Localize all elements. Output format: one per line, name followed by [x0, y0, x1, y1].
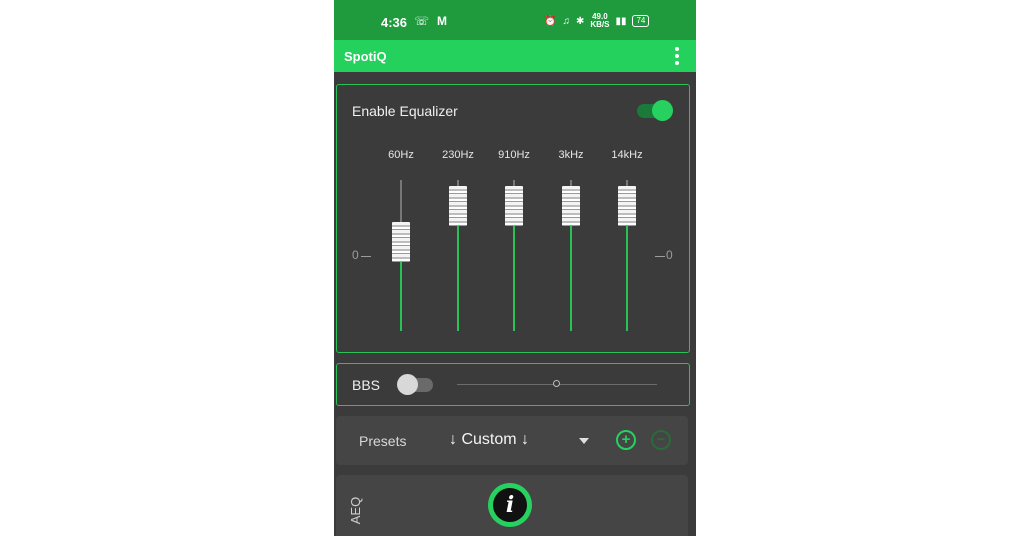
- phone-screen: 4:36 ☏ M ⏰ ♫ ✱ 49.0 KB/S ▮▮ 74 SpotiQ En…: [334, 0, 696, 536]
- status-bar: 4:36 ☏ M ⏰ ♫ ✱ 49.0 KB/S ▮▮ 74: [334, 0, 696, 40]
- band-label: 60Hz: [388, 149, 414, 161]
- band-slider-thumb[interactable]: [392, 222, 410, 263]
- bbs-toggle[interactable]: [397, 374, 433, 395]
- zero-mark-left: [361, 256, 371, 257]
- aeq-panel: AEQ i: [336, 475, 688, 536]
- info-icon: i: [493, 488, 527, 522]
- gmail-icon: M: [437, 14, 448, 28]
- presets-panel: Presets ↓ Custom ↓ + −: [336, 416, 688, 465]
- net-speed-unit: KB/S: [590, 20, 610, 29]
- net-speed: 49.0 KB/S: [590, 13, 609, 29]
- band-slider-thumb[interactable]: [449, 185, 467, 226]
- aeq-label: AEQ: [348, 496, 364, 525]
- mute-icon: ♫: [562, 15, 570, 27]
- band-slider-thumb[interactable]: [505, 185, 523, 226]
- bluetooth-icon: ✱: [575, 15, 585, 27]
- toggle-knob: [397, 374, 418, 395]
- enable-equalizer-label: Enable Equalizer: [352, 103, 458, 119]
- alarm-icon: ⏰: [544, 15, 557, 27]
- status-time: 4:36: [381, 15, 408, 30]
- status-system-icons: ⏰ ♫ ✱ 49.0 KB/S ▮▮ 74: [544, 13, 650, 29]
- zero-mark-right: [655, 256, 665, 257]
- zero-label-right: 0: [666, 248, 673, 262]
- band-label: 3kHz: [558, 149, 584, 161]
- add-preset-button[interactable]: +: [616, 430, 636, 450]
- signal-icon: ▮▮: [615, 15, 627, 27]
- remove-preset-button[interactable]: −: [651, 430, 671, 450]
- preset-selector[interactable]: ↓ Custom ↓: [449, 431, 529, 449]
- equalizer-panel: Enable Equalizer 0 0 60Hz 230Hz 910Hz 3kHz 1…: [336, 84, 690, 353]
- bbs-panel: BBS: [336, 363, 690, 406]
- band-label: 14kHz: [611, 149, 643, 161]
- bbs-label: BBS: [352, 377, 381, 393]
- app-bar: SpotiQ: [334, 40, 696, 72]
- app-title: SpotiQ: [344, 49, 387, 64]
- band-label: 910Hz: [498, 149, 530, 161]
- battery-level: 74: [636, 16, 646, 25]
- band-slider-thumb[interactable]: [562, 185, 580, 226]
- dropdown-arrow-icon[interactable]: [579, 438, 589, 444]
- status-notification-icons: ☏ M: [414, 14, 447, 28]
- info-button[interactable]: i: [488, 483, 532, 527]
- more-vert-icon[interactable]: [674, 47, 680, 65]
- battery-icon: 74: [632, 15, 650, 27]
- toggle-knob: [652, 100, 673, 121]
- enable-equalizer-toggle[interactable]: [637, 100, 673, 121]
- band-label: 230Hz: [442, 149, 474, 161]
- whatsapp-icon: ☏: [414, 14, 430, 28]
- zero-label-left: 0: [352, 248, 359, 262]
- presets-label: Presets: [359, 433, 407, 449]
- bbs-slider-thumb[interactable]: [553, 380, 560, 387]
- band-slider-thumb[interactable]: [618, 185, 636, 226]
